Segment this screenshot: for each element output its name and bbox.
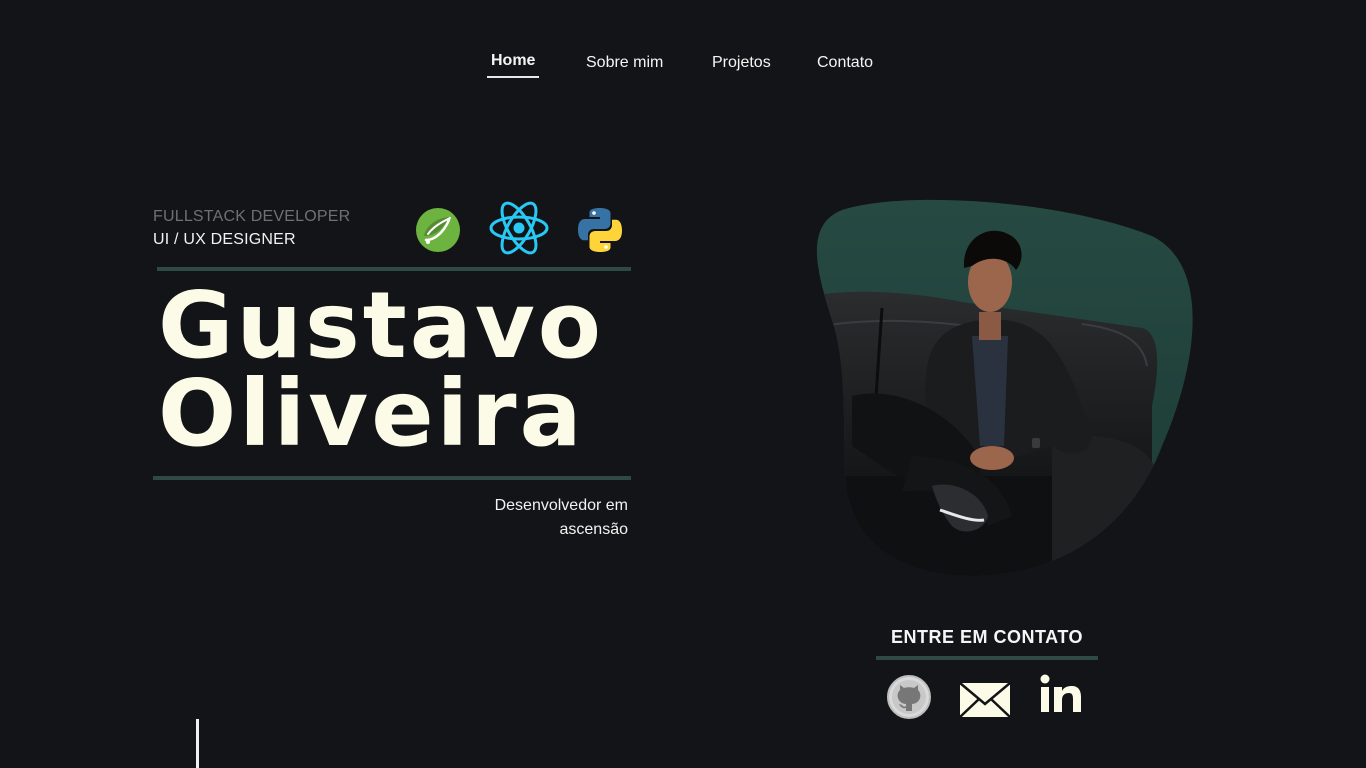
divider-top [157,267,631,271]
nav-projetos[interactable]: Projetos [712,54,771,78]
tech-icons [414,198,630,258]
tagline-line1: Desenvolvedor em [494,497,628,514]
react-icon [489,201,549,255]
hero-name: Gustavo Oliveira [158,280,604,460]
nav-home[interactable]: Home [486,52,540,78]
nav-sobre-mim[interactable]: Sobre mim [586,54,663,78]
divider-bottom [153,476,631,480]
linkedin-icon [1040,674,1081,712]
github-link[interactable] [886,674,932,725]
contact-title: ENTRE EM CONTATO [891,627,1083,647]
role-uiux: UI / UX DESIGNER [153,231,296,248]
github-icon [887,675,931,719]
python-icon [578,208,622,252]
scroll-indicator-line [196,719,199,768]
hero-tagline: Desenvolvedor em ascensão [440,494,628,542]
name-last: Oliveira [158,360,585,467]
tagline-line2: ascensão [559,521,629,538]
role-fullstack: FULLSTACK DEVELOPER [153,208,351,225]
linkedin-link[interactable] [1040,674,1082,719]
email-link[interactable] [959,682,1011,723]
contact-divider [876,656,1098,660]
portfolio-page: Home Sobre mim Projetos Contato FULLSTAC… [0,0,1366,768]
profile-photo [816,199,1193,577]
email-icon [959,682,1011,718]
spring-icon [416,208,460,252]
nav-contato[interactable]: Contato [817,54,873,78]
